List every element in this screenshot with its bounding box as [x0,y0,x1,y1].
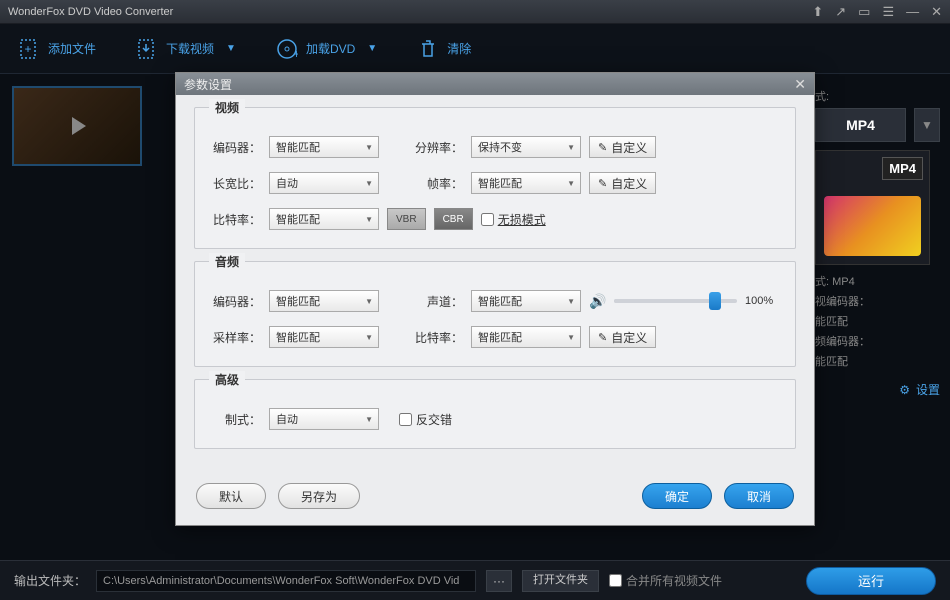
svg-text:+: + [293,47,298,60]
audio-section: 音频 编码器： 智能匹配 声道： 智能匹配 🔊 100% 采样率： 智能匹配 [194,261,796,367]
format-dropdown-icon[interactable]: ▼ [914,108,940,142]
merge-checkbox-input[interactable] [609,574,622,587]
output-panel: 式: MP4 ▼ MP4 式: MP4 视编码器： 能匹配 频编码器： 能匹配 … [815,74,950,560]
slider-thumb[interactable] [709,292,721,310]
meta-vcodec: 视编码器： [815,293,940,309]
default-button[interactable]: 默认 [196,483,266,509]
clear-button[interactable]: 清除 [417,38,471,60]
standard-label: 制式： [213,411,261,428]
advanced-heading: 高级 [209,371,245,388]
vbr-toggle[interactable]: VBR [387,208,426,230]
meta-smart2: 能匹配 [815,353,940,369]
audio-heading: 音频 [209,253,245,270]
encoder-label: 编码器： [213,139,261,156]
video-heading: 视频 [209,99,245,116]
add-file-button[interactable]: + 添加文件 [18,38,96,60]
download-video-button[interactable]: 下载视频 ▼ [136,38,236,60]
dvd-icon: + [276,38,298,60]
pencil-icon: ✎ [598,141,607,154]
minimize-icon[interactable]: — [906,4,919,20]
audio-encoder-select[interactable]: 智能匹配 [269,290,379,312]
cancel-button[interactable]: 取消 [724,483,794,509]
standard-select[interactable]: 自动 [269,408,379,430]
preview-art [824,196,921,256]
video-section: 视频 编码器： 智能匹配 分辨率： 保持不变 ✎自定义 长宽比： 自动 帧率： … [194,107,796,249]
gear-icon: ⚙ [899,383,910,397]
audio-bitrate-select[interactable]: 智能匹配 [471,326,581,348]
trash-icon [417,38,439,60]
resolution-custom-button[interactable]: ✎自定义 [589,136,656,158]
aspect-label: 长宽比： [213,175,261,192]
titlebar: WonderFox DVD Video Converter ⬆ ↗ ▭ ☰ — … [0,0,950,24]
resolution-label: 分辨率： [415,139,463,156]
open-folder-button[interactable]: 打开文件夹 [522,570,599,592]
close-icon[interactable]: ✕ [931,4,942,20]
comment-icon[interactable]: ▭ [858,4,870,20]
titlebar-controls: ⬆ ↗ ▭ ☰ — ✕ [812,4,942,20]
sample-label: 采样率： [213,329,261,346]
main-toolbar: + 添加文件 下载视频 ▼ + 加载DVD ▼ 清除 [0,24,950,74]
channel-select[interactable]: 智能匹配 [471,290,581,312]
share-icon[interactable]: ↗ [835,4,846,20]
advanced-section: 高级 制式： 自动 反交错 [194,379,796,449]
audio-encoder-label: 编码器： [213,293,261,310]
svg-text:+: + [24,42,31,56]
format-preview: MP4 [815,150,930,265]
video-bitrate-label: 比特率： [213,211,261,228]
fps-label: 帧率： [415,175,463,192]
meta-acodec: 频编码器： [815,333,940,349]
volume-value: 100% [745,295,777,307]
meta-format: 式: MP4 [815,273,940,289]
download-icon [136,38,158,60]
deinterlace-checkbox[interactable]: 反交错 [399,411,452,428]
video-thumbnail[interactable] [12,86,142,166]
dialog-close-icon[interactable]: ✕ [794,76,806,93]
ok-button[interactable]: 确定 [642,483,712,509]
upload-icon[interactable]: ⬆ [812,4,823,20]
audio-bitrate-label: 比特率： [415,329,463,346]
resolution-select[interactable]: 保持不变 [471,136,581,158]
meta-smart1: 能匹配 [815,313,940,329]
volume-slider[interactable] [614,299,737,303]
pencil-icon: ✎ [598,331,607,344]
chevron-down-icon[interactable]: ▼ [367,43,377,54]
menu-icon[interactable]: ☰ [882,4,894,20]
output-path-input[interactable] [96,570,476,592]
video-bitrate-select[interactable]: 智能匹配 [269,208,379,230]
video-encoder-select[interactable]: 智能匹配 [269,136,379,158]
chevron-down-icon[interactable]: ▼ [226,43,236,54]
dialog-title: 参数设置 [184,76,794,93]
browse-button[interactable]: ··· [486,570,512,592]
audio-custom-button[interactable]: ✎自定义 [589,326,656,348]
load-dvd-button[interactable]: + 加载DVD ▼ [276,38,377,60]
dialog-footer: 默认 另存为 确定 取消 [176,473,814,525]
format-label: 式: [815,88,940,104]
settings-link[interactable]: ⚙ 设置 [815,381,940,398]
settings-dialog: 参数设置 ✕ 视频 编码器： 智能匹配 分辨率： 保持不变 ✎自定义 长宽比： … [175,72,815,526]
mp4-badge: MP4 [882,157,923,180]
cbr-toggle[interactable]: CBR [434,208,473,230]
sample-select[interactable]: 智能匹配 [269,326,379,348]
speaker-icon: 🔊 [589,293,606,310]
add-file-icon: + [18,38,40,60]
fps-select[interactable]: 智能匹配 [471,172,581,194]
dialog-titlebar: 参数设置 ✕ [176,73,814,95]
aspect-select[interactable]: 自动 [269,172,379,194]
run-button[interactable]: 运行 [806,567,936,595]
pencil-icon: ✎ [598,177,607,190]
output-format-button[interactable]: MP4 [815,108,906,142]
app-title: WonderFox DVD Video Converter [8,6,812,18]
merge-checkbox[interactable]: 合并所有视频文件 [609,572,722,589]
channel-label: 声道： [415,293,463,310]
bottom-bar: 输出文件夹： ··· 打开文件夹 合并所有视频文件 运行 [0,560,950,600]
lossless-checkbox[interactable]: 无损模式 [481,211,546,228]
save-as-button[interactable]: 另存为 [278,483,360,509]
output-folder-label: 输出文件夹： [14,572,86,589]
fps-custom-button[interactable]: ✎自定义 [589,172,656,194]
